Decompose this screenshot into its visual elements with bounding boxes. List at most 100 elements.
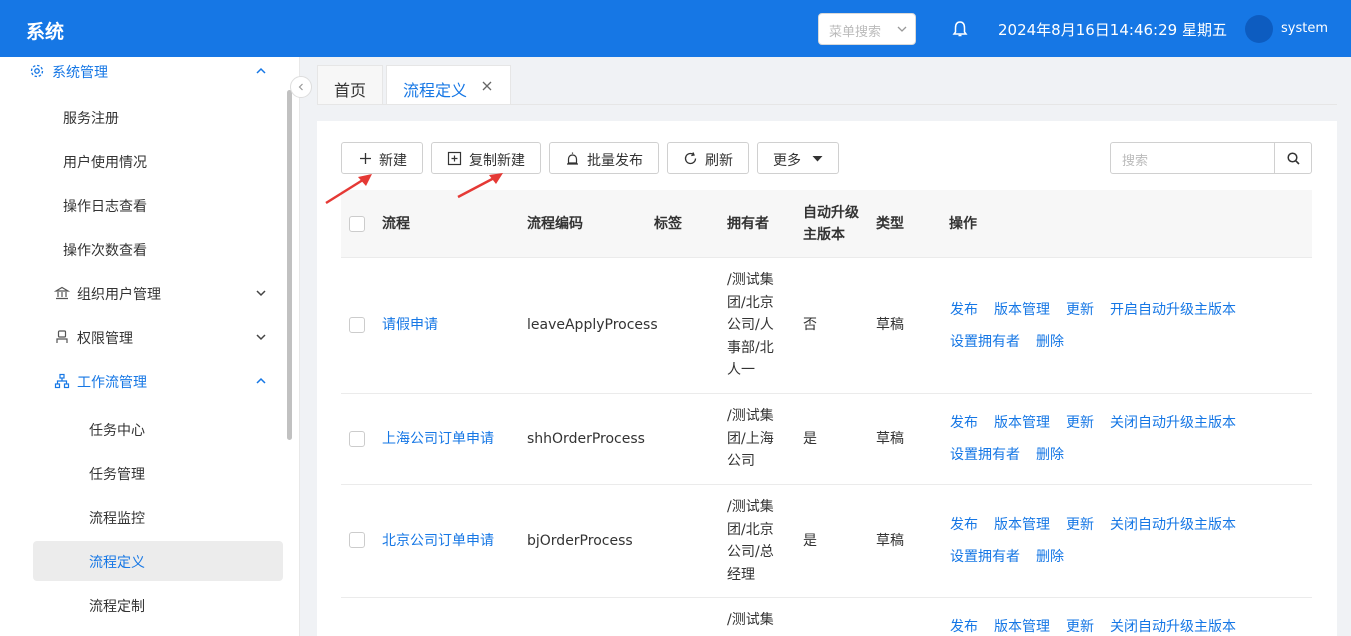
process-code: shhOrderProcess — [527, 431, 645, 447]
refresh-button[interactable]: 刷新 — [667, 142, 749, 174]
select-all-checkbox[interactable] — [349, 216, 365, 232]
column-header-tag[interactable]: 标签 — [654, 213, 682, 235]
process-name-link[interactable]: 北京公司订单申请 — [382, 530, 494, 552]
column-header-auto-upgrade[interactable]: 自动升级主版本 — [803, 202, 863, 246]
delete-link[interactable]: 删除 — [1036, 447, 1064, 463]
chevron-up-icon — [256, 67, 266, 74]
workflow-icon — [54, 373, 70, 389]
tab-label: 首页 — [334, 81, 367, 100]
column-header-code[interactable]: 流程编码 — [527, 213, 583, 235]
sidebar-item-service-registry[interactable]: 服务注册 — [0, 97, 290, 137]
sidebar-item-operation-count[interactable]: 操作次数查看 — [0, 229, 290, 269]
process-name-link[interactable]: 上海公司订单申请 — [382, 428, 494, 450]
update-link[interactable]: 更新 — [1066, 517, 1094, 533]
sidebar-item-label: 流程定制 — [89, 599, 145, 615]
tab-process-definition[interactable]: 流程定义 — [386, 65, 511, 105]
sidebar-item-label: 操作日志查看 — [63, 199, 147, 215]
sidebar-item-process-monitoring[interactable]: 流程监控 — [0, 497, 290, 537]
column-header-process[interactable]: 流程 — [382, 213, 410, 235]
sidebar-item-user-usage[interactable]: 用户使用情况 — [0, 141, 290, 181]
column-header-actions: 操作 — [949, 216, 977, 232]
annotation-arrow — [457, 173, 503, 199]
row-actions: 发布 版本管理 更新 关闭自动升级主版本 — [950, 611, 1270, 636]
row-actions: 发布 版本管理 更新 关闭自动升级主版本 设置拥有者 删除 — [950, 509, 1270, 573]
update-link[interactable]: 更新 — [1066, 302, 1094, 318]
sidebar-item-system-management[interactable]: 系统管理 — [0, 57, 290, 91]
row-checkbox[interactable] — [349, 317, 365, 333]
search-placeholder: 搜索 — [1122, 154, 1149, 169]
more-dropdown-button[interactable]: 更多 — [757, 142, 839, 174]
batch-publish-button-label: 批量发布 — [587, 153, 643, 169]
set-owner-link[interactable]: 设置拥有者 — [950, 549, 1020, 565]
sidebar-item-label: 系统管理 — [52, 65, 108, 81]
chevron-left-icon — [298, 83, 303, 91]
process-code: leaveApplyProcess — [527, 317, 658, 333]
sidebar-scrollbar[interactable] — [287, 90, 292, 440]
sidebar-item-task-management[interactable]: 任务管理 — [0, 453, 290, 493]
username[interactable]: system — [1281, 21, 1328, 36]
version-management-link[interactable]: 版本管理 — [994, 302, 1050, 318]
sidebar-item-permission-management[interactable]: 权限管理 — [0, 317, 290, 357]
tab-home[interactable]: 首页 — [317, 65, 383, 105]
sidebar-item-workflow-management[interactable]: 工作流管理 — [0, 361, 290, 401]
copy-new-button-label: 复制新建 — [469, 153, 525, 169]
process-owner: /测试集团/上海公司 — [727, 408, 774, 469]
avatar[interactable] — [1245, 15, 1273, 43]
update-link[interactable]: 更新 — [1066, 619, 1094, 635]
delete-link[interactable]: 删除 — [1036, 549, 1064, 565]
process-code: bjOrderProcess — [527, 533, 633, 549]
tab-label: 流程定义 — [403, 81, 468, 100]
tab-divider — [317, 104, 1337, 105]
sidebar-item-label: 任务管理 — [89, 467, 145, 483]
new-button-label: 新建 — [379, 153, 407, 169]
sidebar-item-process-definition[interactable]: 流程定义 — [0, 541, 290, 581]
gear-icon — [30, 64, 44, 78]
menu-search-select[interactable]: 菜单搜索 — [818, 13, 916, 45]
version-management-link[interactable]: 版本管理 — [994, 619, 1050, 635]
publish-link[interactable]: 发布 — [950, 619, 978, 635]
publish-link[interactable]: 发布 — [950, 517, 978, 533]
search-icon — [1287, 152, 1300, 165]
sidebar-item-process-customization[interactable]: 流程定制 — [0, 585, 290, 625]
process-owner: /测试集 — [727, 612, 774, 628]
sidebar-collapse-button[interactable] — [290, 76, 312, 98]
table-row: /测试集 发布 版本管理 更新 关闭自动升级主版本 — [341, 598, 1312, 636]
sidebar-item-operation-log[interactable]: 操作日志查看 — [0, 185, 290, 225]
publish-link[interactable]: 发布 — [950, 302, 978, 318]
auto-upgrade-value: 是 — [803, 431, 817, 447]
process-owner: /测试集团/北京公司/人事部/北人一 — [727, 272, 774, 378]
search-button[interactable] — [1274, 143, 1311, 173]
process-name-link[interactable]: 请假申请 — [382, 314, 438, 336]
search-input[interactable]: 搜索 — [1110, 142, 1312, 174]
row-checkbox[interactable] — [349, 431, 365, 447]
set-owner-link[interactable]: 设置拥有者 — [950, 447, 1020, 463]
annotation-arrow — [325, 174, 372, 205]
chevron-down-icon — [897, 26, 907, 32]
update-link[interactable]: 更新 — [1066, 415, 1094, 431]
disable-auto-upgrade-link[interactable]: 关闭自动升级主版本 — [1110, 517, 1236, 533]
auto-upgrade-value: 否 — [803, 317, 817, 333]
close-icon[interactable] — [480, 79, 494, 93]
sidebar-item-task-center[interactable]: 任务中心 — [0, 409, 290, 449]
set-owner-link[interactable]: 设置拥有者 — [950, 334, 1020, 350]
bell-icon[interactable] — [951, 20, 969, 38]
delete-link[interactable]: 删除 — [1036, 334, 1064, 350]
column-header-owner[interactable]: 拥有者 — [727, 213, 769, 235]
row-checkbox[interactable] — [349, 532, 365, 548]
sidebar-item-label: 流程定义 — [89, 555, 145, 571]
publish-link[interactable]: 发布 — [950, 415, 978, 431]
version-management-link[interactable]: 版本管理 — [994, 415, 1050, 431]
caret-down-icon — [812, 156, 823, 162]
batch-publish-button[interactable]: 批量发布 — [549, 142, 659, 174]
column-header-type[interactable]: 类型 — [876, 213, 904, 235]
sidebar-item-label: 权限管理 — [77, 331, 133, 347]
process-owner: /测试集团/北京公司/总经理 — [727, 499, 774, 583]
disable-auto-upgrade-link[interactable]: 关闭自动升级主版本 — [1110, 619, 1236, 635]
sidebar-item-org-user-management[interactable]: 组织用户管理 — [0, 273, 290, 313]
disable-auto-upgrade-link[interactable]: 关闭自动升级主版本 — [1110, 415, 1236, 431]
version-management-link[interactable]: 版本管理 — [994, 517, 1050, 533]
sidebar-item-label: 任务中心 — [89, 423, 145, 439]
datetime-display: 2024年8月16日14:46:29 星期五 — [998, 21, 1227, 39]
enable-auto-upgrade-link[interactable]: 开启自动升级主版本 — [1110, 302, 1236, 318]
sidebar-item-label: 服务注册 — [63, 111, 119, 127]
